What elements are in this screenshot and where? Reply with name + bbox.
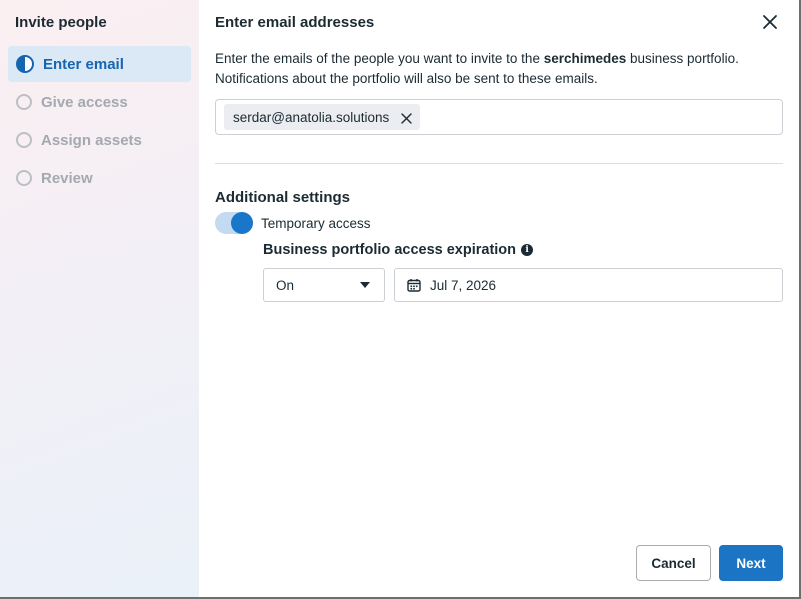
empty-circle-icon — [16, 170, 32, 186]
instructions-prefix: Enter the emails of the people you want … — [215, 51, 544, 66]
sidebar-title: Invite people — [15, 14, 107, 31]
step-label: Enter email — [43, 55, 124, 73]
email-chip: serdar@anatolia.solutions — [224, 104, 421, 130]
invite-people-dialog: Invite people Enter email Give access As… — [0, 0, 801, 599]
caret-down-icon — [360, 282, 370, 288]
expiration-date-value: Jul 7, 2026 — [430, 277, 497, 293]
expiration-title: Business portfolio access expiration i — [199, 234, 799, 258]
expiration-date-picker[interactable]: Jul 7, 2026 — [394, 268, 783, 302]
empty-circle-icon — [16, 132, 32, 148]
next-button[interactable]: Next — [719, 545, 783, 581]
step-assign-assets[interactable]: Assign assets — [8, 122, 191, 158]
instructions-text: Enter the emails of the people you want … — [199, 44, 799, 89]
expiration-mode-value: On — [276, 277, 295, 293]
instructions-suffix: business portfolio. — [626, 51, 739, 66]
info-icon[interactable]: i — [521, 244, 534, 256]
remove-email-icon[interactable] — [401, 112, 412, 124]
temporary-access-label: Temporary access — [261, 215, 371, 231]
main-panel: Enter email addresses Enter the emails o… — [199, 0, 799, 597]
step-label: Give access — [41, 93, 128, 111]
close-icon[interactable] — [761, 13, 779, 31]
step-review[interactable]: Review — [8, 160, 191, 196]
portfolio-name: serchimedes — [543, 51, 627, 66]
half-circle-icon — [16, 55, 34, 73]
step-label: Assign assets — [41, 131, 142, 149]
step-label: Review — [41, 169, 93, 187]
toggle-knob — [231, 212, 253, 234]
email-chip-label: serdar@anatolia.solutions — [233, 109, 390, 125]
calendar-icon — [407, 279, 421, 292]
expiration-controls: On Jul 7, 2026 — [199, 258, 799, 302]
steps-sidebar: Invite people Enter email Give access As… — [0, 0, 199, 597]
additional-settings-title: Additional settings — [215, 189, 350, 206]
step-give-access[interactable]: Give access — [8, 84, 191, 120]
instructions-line2: Notifications about the portfolio will a… — [215, 71, 598, 86]
email-input[interactable]: serdar@anatolia.solutions — [215, 99, 783, 135]
temporary-access-row: Temporary access — [199, 206, 799, 234]
step-enter-email[interactable]: Enter email — [8, 46, 191, 82]
temporary-access-toggle[interactable] — [215, 212, 253, 234]
empty-circle-icon — [16, 94, 32, 110]
expiration-mode-select[interactable]: On — [263, 268, 385, 302]
expiration-title-text: Business portfolio access expiration — [263, 242, 517, 258]
dialog-title: Enter email addresses — [215, 13, 375, 31]
dialog-footer: Cancel Next — [636, 545, 783, 581]
cancel-button[interactable]: Cancel — [636, 545, 711, 581]
